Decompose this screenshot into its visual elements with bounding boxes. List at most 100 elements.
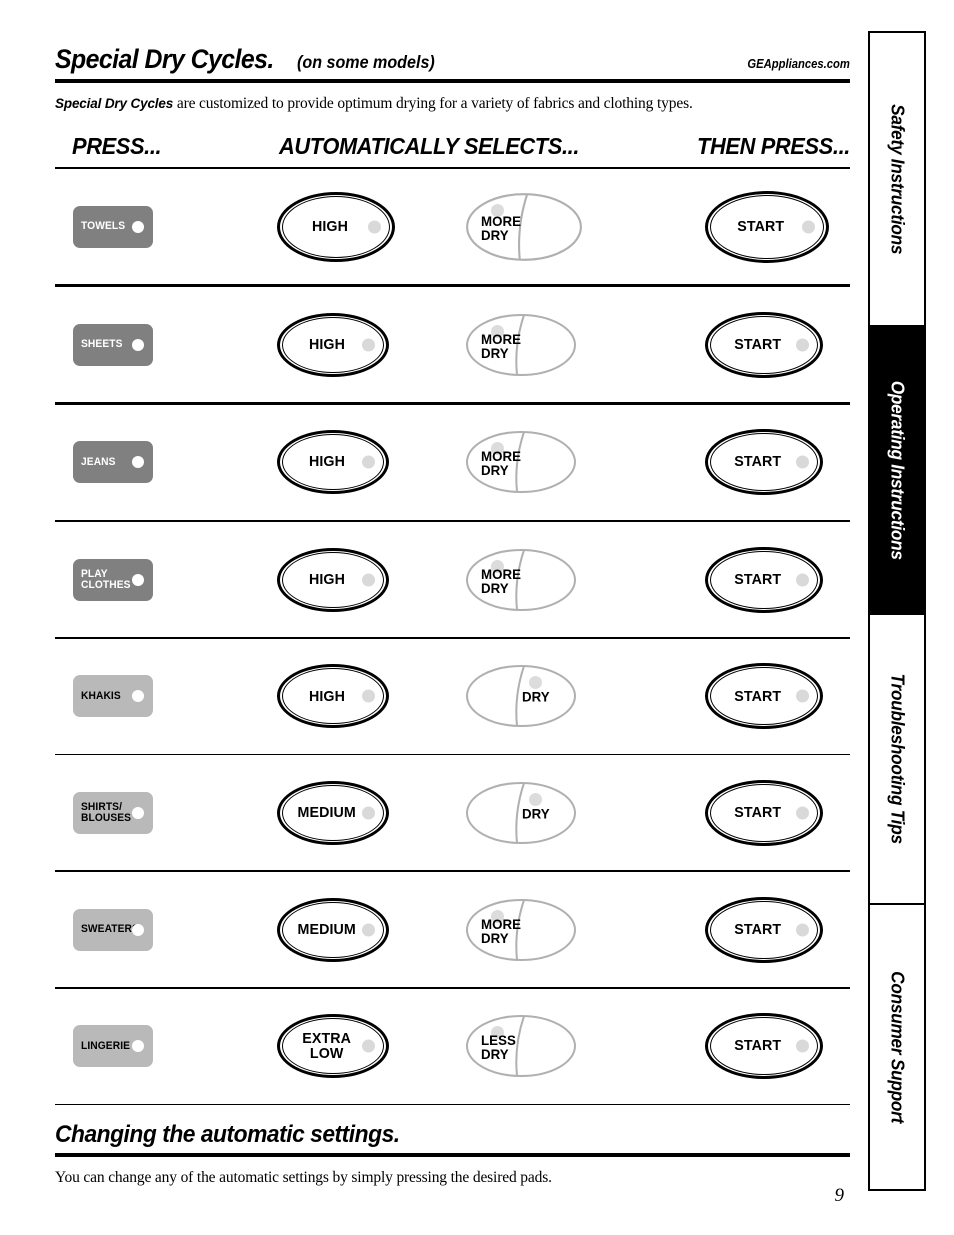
temperature-button[interactable]: HIGH [277, 430, 389, 495]
cycle-pad-label: PLAY CLOTHES [81, 567, 131, 591]
column-headings: PRESS... AUTOMATICALLY SELECTS... THEN P… [55, 133, 850, 167]
indicator-light-icon [368, 220, 381, 234]
table-row: JEANS HIGH MORE DRY START [55, 405, 850, 520]
sidebar-tab-troubleshooting-tips[interactable]: Troubleshooting Tips [870, 613, 924, 903]
temperature-label: HIGH [311, 218, 349, 236]
page-header: Special Dry Cycles. (on some models) GEA… [55, 44, 850, 75]
temperature-button[interactable]: HIGH [277, 547, 389, 612]
temperature-button[interactable]: HIGH [277, 312, 389, 377]
cell-start: START [705, 311, 823, 378]
sidebar-tab-operating-instructions[interactable]: Operating Instructions [870, 325, 924, 613]
cycle-pad-button[interactable]: TOWELS [73, 205, 153, 248]
indicator-light-icon [796, 806, 809, 820]
column-heading-then-press: THEN PRESS... [697, 132, 850, 159]
start-button[interactable]: START [705, 311, 823, 378]
cycle-pad-button[interactable]: JEANS [73, 441, 153, 484]
indicator-light-icon [362, 806, 375, 820]
cell-start: START [705, 190, 829, 263]
start-button[interactable]: START [705, 1013, 823, 1080]
start-button-label: START [734, 453, 782, 471]
sidebar-tab-consumer-support[interactable]: Consumer Support [870, 903, 924, 1189]
indicator-light-icon [362, 923, 375, 937]
cell-temperature: HIGH [277, 191, 395, 262]
start-button-label: START [737, 218, 785, 236]
cell-dryness: MORE DRY [465, 548, 577, 612]
sidebar-tab-safety-instructions[interactable]: Safety Instructions [870, 33, 924, 325]
indicator-light-icon [132, 1040, 144, 1053]
dryness-dial[interactable]: MORE DRY [465, 192, 583, 262]
cell-dryness: MORE DRY [465, 430, 577, 494]
start-button-label: START [734, 920, 782, 938]
page-subtitle: (on some models) [296, 52, 435, 72]
cell-dryness: DRY [465, 781, 577, 845]
start-button-label: START [734, 1037, 782, 1055]
dryness-dial[interactable]: MORE DRY [465, 898, 577, 962]
cell-start: START [705, 429, 823, 496]
temperature-button[interactable]: EXTRA LOW [277, 1014, 389, 1079]
table-row: SHIRTS/ BLOUSES MEDIUM DRY START [55, 755, 850, 870]
page-content: Special Dry Cycles. (on some models) GEA… [55, 44, 850, 1187]
column-heading-press: PRESS... [72, 132, 162, 159]
temperature-label: MEDIUM [297, 920, 357, 938]
cycle-pad-button[interactable]: KHAKIS [73, 675, 153, 718]
cell-temperature: MEDIUM [277, 897, 389, 962]
dryness-label: LESS DRY [481, 1032, 516, 1063]
cell-temperature: HIGH [277, 312, 389, 377]
sidebar-tab-label: Troubleshooting Tips [887, 673, 908, 845]
cell-temperature: EXTRA LOW [277, 1014, 389, 1079]
cell-cycle-pad: SHEETS [73, 323, 153, 366]
cycle-pad-button[interactable]: SHEETS [73, 323, 153, 366]
start-button[interactable]: START [705, 663, 823, 730]
dial-outline-icon [466, 781, 576, 844]
start-button[interactable]: START [705, 779, 823, 846]
table-row: LINGERIE EXTRA LOW LESS DRY START [55, 989, 850, 1104]
table-row: KHAKIS HIGH DRY START [55, 639, 850, 754]
cell-temperature: MEDIUM [277, 780, 389, 845]
indicator-light-icon [796, 338, 809, 352]
dial-outline-icon [466, 665, 576, 728]
indicator-light-icon [132, 806, 144, 819]
dryness-label: MORE DRY [481, 448, 522, 479]
start-button[interactable]: START [705, 190, 829, 263]
site-url: GEAppliances.com [747, 57, 850, 71]
indicator-light-icon [362, 455, 375, 469]
temperature-button[interactable]: HIGH [277, 664, 389, 729]
cell-cycle-pad: SWEATERS [73, 908, 153, 951]
cycle-pad-button[interactable]: SHIRTS/ BLOUSES [73, 791, 153, 834]
table-row: TOWELS HIGH MORE DRY START [55, 169, 850, 284]
temperature-button[interactable]: MEDIUM [277, 780, 389, 845]
indicator-light-icon [362, 338, 375, 352]
dryness-dial[interactable]: DRY [465, 664, 577, 728]
indicator-light-icon [529, 676, 542, 690]
sidebar-tab-label: Operating Instructions [887, 380, 908, 560]
dryness-label: DRY [522, 805, 550, 822]
dryness-label: MORE DRY [481, 212, 522, 244]
sidebar-tab-label: Safety Instructions [887, 103, 908, 255]
temperature-label: HIGH [308, 571, 346, 589]
dryness-label: MORE DRY [481, 330, 522, 361]
cycle-pad-label: TOWELS [81, 220, 126, 233]
cell-temperature: HIGH [277, 547, 389, 612]
start-button[interactable]: START [705, 896, 823, 963]
start-button[interactable]: START [705, 546, 823, 613]
indicator-light-icon [132, 573, 144, 586]
dryness-dial[interactable]: MORE DRY [465, 430, 577, 494]
table-row: PLAY CLOTHES HIGH MORE DRY START [55, 522, 850, 637]
indicator-light-icon [132, 690, 144, 703]
cycle-pad-button[interactable]: LINGERIE [73, 1025, 153, 1068]
temperature-button[interactable]: HIGH [277, 191, 395, 262]
dryness-dial[interactable]: MORE DRY [465, 548, 577, 612]
indicator-light-icon [132, 923, 144, 936]
cycle-pad-button[interactable]: SWEATERS [73, 908, 153, 951]
intro-paragraph: Special Dry Cycles are customized to pro… [55, 94, 850, 113]
temperature-button[interactable]: MEDIUM [277, 897, 389, 962]
dryness-dial[interactable]: DRY [465, 781, 577, 845]
header-title-group: Special Dry Cycles. (on some models) [55, 44, 447, 75]
dryness-dial[interactable]: LESS DRY [465, 1014, 577, 1078]
cell-dryness: LESS DRY [465, 1014, 577, 1078]
cycle-pad-button[interactable]: PLAY CLOTHES [73, 558, 153, 601]
temperature-label: HIGH [308, 453, 346, 471]
dryness-dial[interactable]: MORE DRY [465, 313, 577, 377]
footer-text: You can change any of the automatic sett… [55, 1168, 552, 1186]
start-button[interactable]: START [705, 429, 823, 496]
